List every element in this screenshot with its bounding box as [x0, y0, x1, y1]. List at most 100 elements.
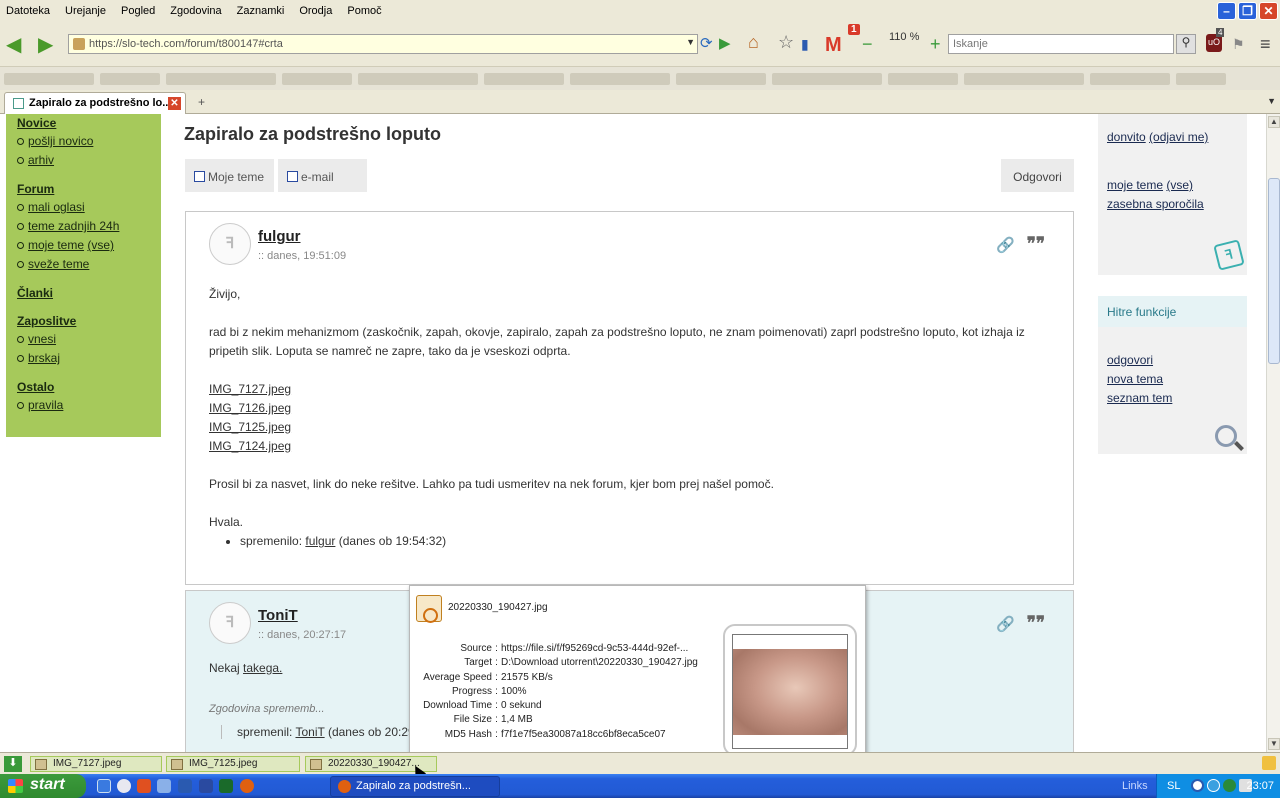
sidebar-item-vnesi[interactable]: vnesi [17, 332, 161, 351]
my-topics-link[interactable]: moje teme [1107, 178, 1163, 192]
menu-bookmarks[interactable]: Zaznamki [237, 5, 285, 17]
links-toolbar[interactable]: Links [1122, 780, 1148, 792]
zoom-out-icon[interactable]: − [862, 34, 873, 55]
bookmark-item[interactable] [166, 73, 276, 85]
zoom-in-icon[interactable]: + [930, 34, 941, 55]
bookmark-item[interactable] [1176, 73, 1226, 85]
back-icon[interactable]: ◀ [6, 32, 21, 57]
bookmark-item[interactable] [570, 73, 670, 85]
permalink-icon[interactable]: 🔗 [996, 236, 1015, 254]
status-bar-icon[interactable] [1262, 756, 1276, 770]
sidebar-item-arhiv[interactable]: arhiv [17, 153, 161, 172]
bookmark-item[interactable] [1090, 73, 1170, 85]
search-icon[interactable]: ⚲ [1176, 34, 1196, 54]
post-link[interactable]: takega. [243, 661, 282, 675]
bookmark-star-icon[interactable]: ☆ [778, 32, 794, 53]
bookmark-item[interactable] [964, 73, 1084, 85]
avatar[interactable]: ꟻ [209, 223, 251, 265]
sidebar-heading-zaposlitve[interactable]: Zaposlitve [17, 314, 161, 332]
sidebar-item-sveze-teme[interactable]: sveže teme [17, 257, 161, 276]
sidebar-item-mali-oglasi[interactable]: mali oglasi [17, 200, 161, 219]
bookmark-item[interactable] [888, 73, 958, 85]
edit-user-link[interactable]: fulgur [305, 534, 335, 548]
language-indicator[interactable]: SL [1167, 780, 1180, 792]
search-input[interactable]: Iskanje [948, 34, 1174, 54]
quick-reply-link[interactable]: odgovori [1107, 353, 1153, 367]
home-icon[interactable]: ⌂ [748, 32, 759, 53]
vertical-scrollbar[interactable]: ▲ ▼ [1266, 114, 1280, 752]
edit-user-link[interactable]: ToniT [295, 725, 324, 739]
quicklaunch-ie-icon[interactable] [97, 779, 111, 793]
logout-link[interactable]: (odjavi me) [1149, 130, 1208, 144]
menu-help[interactable]: Pomoč [347, 5, 381, 17]
tab-list-icon[interactable]: ▼ [1267, 96, 1276, 106]
sidebar-heading-novice[interactable]: Novice [17, 116, 161, 134]
download-item[interactable]: IMG_7125.jpeg [166, 756, 300, 772]
my-topics-checkbox[interactable] [194, 171, 205, 182]
quicklaunch-firefox-icon[interactable] [240, 779, 254, 793]
bookmark-item[interactable] [676, 73, 766, 85]
bookmark-item[interactable] [772, 73, 882, 85]
sidebar-heading-ostalo[interactable]: Ostalo [17, 380, 161, 398]
extension-icon[interactable]: ⚑ [1232, 36, 1245, 53]
tray-bluetooth-icon[interactable] [1191, 779, 1204, 792]
reload-icon[interactable]: ⟳ [700, 34, 713, 52]
bookmark-item[interactable] [484, 73, 564, 85]
go-icon[interactable]: ▶ [719, 34, 731, 52]
gmail-icon[interactable]: M [825, 34, 842, 57]
avatar[interactable]: ꟻ [209, 602, 251, 644]
quicklaunch-word-icon[interactable] [199, 779, 213, 793]
menu-history[interactable]: Zgodovina [170, 5, 221, 17]
attachment-link[interactable]: IMG_7127.jpeg [209, 380, 1049, 399]
downloads-arrow-icon[interactable]: ⬇ [4, 756, 22, 772]
hamburger-menu-icon[interactable]: ≡ [1260, 34, 1271, 55]
zoom-level[interactable]: 110 % [889, 31, 919, 43]
start-button[interactable]: start [0, 774, 86, 798]
sidebar-item-brskaj[interactable]: brskaj [17, 351, 161, 370]
sidebar-heading-clanki[interactable]: Članki [17, 286, 161, 304]
bookmarks-menu-icon[interactable]: ▮ [801, 36, 809, 53]
url-bar[interactable]: https://slo-tech.com/forum/t800147#crta … [68, 34, 698, 54]
scroll-down-icon[interactable]: ▼ [1268, 738, 1280, 750]
new-topic-link[interactable]: nova tema [1107, 372, 1163, 386]
scrollbar-thumb[interactable] [1268, 178, 1280, 364]
tab-active[interactable]: Zapiralo za podstrešno lo... ✕ [4, 92, 186, 114]
all-topics-link[interactable]: (vse) [1166, 178, 1193, 192]
attachment-link[interactable]: IMG_7126.jpeg [209, 399, 1049, 418]
menu-tools[interactable]: Orodja [299, 5, 332, 17]
sidebar-item-poslji-novico[interactable]: pošlji novico [17, 134, 161, 153]
email-toggle[interactable]: e-mail [278, 159, 367, 192]
email-checkbox[interactable] [287, 171, 298, 182]
sidebar-item-moje-teme[interactable]: moje teme (vse) [17, 238, 161, 257]
menu-file[interactable]: Datoteka [6, 5, 50, 17]
url-dropdown-icon[interactable]: ▼ [686, 37, 695, 47]
my-topics-toggle[interactable]: Moje teme [185, 159, 274, 192]
attachment-link[interactable]: IMG_7124.jpeg [209, 437, 1049, 456]
quicklaunch-app-icon[interactable] [157, 779, 171, 793]
restore-icon[interactable]: ❐ [1238, 2, 1257, 20]
menu-edit[interactable]: Urejanje [65, 5, 106, 17]
scroll-up-icon[interactable]: ▲ [1268, 116, 1280, 128]
close-window-icon[interactable]: ✕ [1259, 2, 1278, 20]
bookmark-item[interactable] [282, 73, 352, 85]
sidebar-item-vse[interactable]: (vse) [87, 238, 114, 252]
quicklaunch-excel-icon[interactable] [219, 779, 233, 793]
site-identity-icon[interactable] [73, 38, 85, 50]
topic-list-link[interactable]: seznam tem [1107, 391, 1172, 405]
quote-icon[interactable]: ❞❞ [1027, 613, 1045, 633]
sidebar-item-pravila[interactable]: pravila [17, 398, 161, 417]
new-tab-icon[interactable]: + [198, 95, 205, 109]
permalink-icon[interactable]: 🔗 [996, 615, 1015, 633]
bookmark-item[interactable] [358, 73, 478, 85]
username-link[interactable]: donvito [1107, 130, 1146, 144]
tray-app-icon[interactable] [1223, 779, 1236, 792]
tray-skype-icon[interactable] [1207, 779, 1220, 792]
private-messages-link[interactable]: zasebna sporočila [1107, 197, 1204, 211]
forward-icon[interactable]: ▶ [38, 32, 53, 57]
quote-icon[interactable]: ❞❞ [1027, 234, 1045, 254]
sidebar-heading-forum[interactable]: Forum [17, 182, 161, 200]
tab-close-icon[interactable]: ✕ [168, 97, 181, 110]
sidebar-item-teme-24h[interactable]: teme zadnjih 24h [17, 219, 161, 238]
post-author[interactable]: ToniT [258, 607, 298, 624]
bookmark-item[interactable] [100, 73, 160, 85]
